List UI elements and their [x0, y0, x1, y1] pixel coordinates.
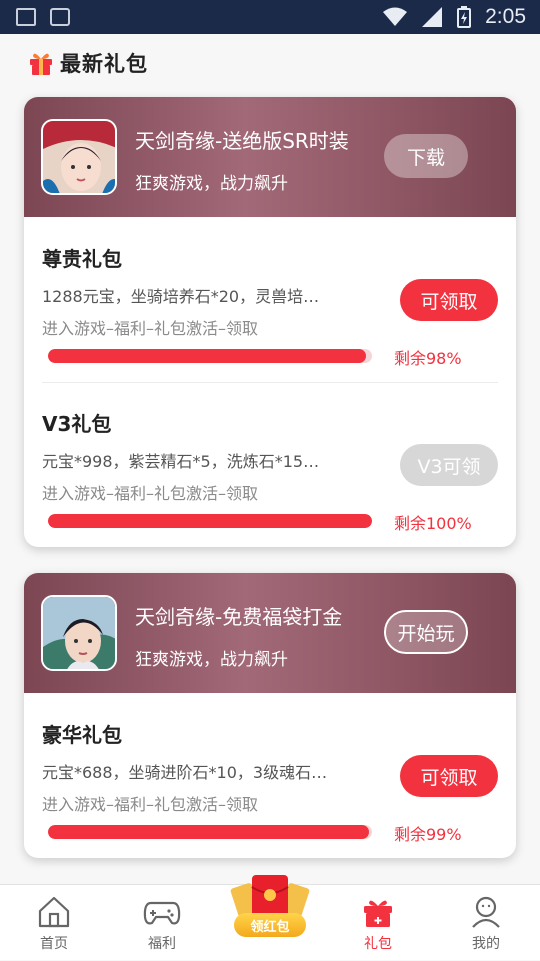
- pack-content: 元宝*688，坐骑进阶石*10，3级魂石…: [42, 763, 328, 782]
- pack-name: 豪华礼包: [42, 723, 122, 747]
- claim-button[interactable]: 可领取: [400, 755, 498, 797]
- game-avatar-icon: [41, 595, 117, 671]
- pack-instructions: 进入游戏–福利–礼包激活–领取: [42, 484, 259, 503]
- game-avatar-icon: [41, 119, 117, 195]
- tab-welfare[interactable]: 福利: [112, 885, 212, 961]
- tab-label: 首页: [40, 936, 68, 952]
- game-title: 天剑奇缘-免费福袋打金: [135, 605, 343, 629]
- page-header: 最新礼包: [28, 48, 148, 78]
- game-subtitle: 狂爽游戏，战力飙升: [135, 174, 288, 194]
- remaining-text: 剩余100%: [394, 514, 472, 533]
- v3-claim-button[interactable]: V3可领: [400, 444, 498, 486]
- image-icon: [16, 8, 36, 26]
- tab-label: 我的: [472, 936, 500, 952]
- home-icon: [38, 896, 70, 928]
- claim-button[interactable]: 可领取: [400, 279, 498, 321]
- card-header[interactable]: 天剑奇缘-免费福袋打金 狂爽游戏，战力飙升 开始玩: [24, 573, 516, 693]
- red-envelope-button[interactable]: 领红包: [226, 873, 314, 951]
- remaining-progress-bar: [48, 514, 372, 528]
- red-envelope-label: 领红包: [234, 913, 306, 937]
- tab-home[interactable]: 首页: [4, 885, 104, 961]
- pack-content: 元宝*998，紫芸精石*5，洗炼石*15…: [42, 452, 320, 471]
- notification-icon: [50, 8, 70, 26]
- progress-fill: [48, 825, 369, 839]
- user-icon: [472, 896, 500, 928]
- status-bar: 2:05: [0, 0, 540, 34]
- remaining-progress-bar: [48, 349, 372, 363]
- gift-icon: [30, 53, 52, 75]
- remaining-text: 剩余99%: [394, 825, 462, 844]
- status-time: 2:05: [485, 5, 526, 28]
- gamepad-icon: [143, 901, 181, 925]
- tab-label: 福利: [148, 936, 176, 952]
- pack-content: 1288元宝，坐骑培养石*20，灵兽培…: [42, 287, 320, 306]
- gift-card: 天剑奇缘-送绝版SR时装 狂爽游戏，战力飙升 下载 尊贵礼包 1288元宝，坐骑…: [24, 97, 516, 547]
- battery-icon: [457, 6, 472, 28]
- card-header[interactable]: 天剑奇缘-送绝版SR时装 狂爽游戏，战力飙升 下载: [24, 97, 516, 217]
- pack-instructions: 进入游戏–福利–礼包激活–领取: [42, 795, 259, 814]
- tab-label: 礼包: [364, 936, 392, 952]
- tab-mine[interactable]: 我的: [436, 885, 536, 961]
- progress-fill: [48, 514, 372, 528]
- progress-fill: [48, 349, 366, 363]
- signal-icon: [422, 7, 443, 27]
- wifi-icon: [383, 7, 408, 26]
- tab-gift[interactable]: 礼包: [328, 885, 428, 961]
- start-play-button[interactable]: 开始玩: [384, 610, 468, 654]
- download-button[interactable]: 下载: [384, 134, 468, 178]
- gift-card: 天剑奇缘-免费福袋打金 狂爽游戏，战力飙升 开始玩 豪华礼包 元宝*688，坐骑…: [24, 573, 516, 858]
- remaining-progress-bar: [48, 825, 372, 839]
- gift-pack: V3礼包 元宝*998，紫芸精石*5，洗炼石*15… 进入游戏–福利–礼包激活–…: [24, 382, 516, 547]
- bottom-tab-bar: 首页 福利 领红包 礼包 我的: [0, 875, 540, 961]
- game-subtitle: 狂爽游戏，战力飙升: [135, 650, 288, 670]
- pack-name: V3礼包: [42, 412, 112, 436]
- remaining-text: 剩余98%: [394, 349, 462, 368]
- game-title: 天剑奇缘-送绝版SR时装: [135, 129, 349, 153]
- pack-name: 尊贵礼包: [42, 247, 122, 271]
- page-title: 最新礼包: [60, 52, 148, 76]
- gift-pack: 尊贵礼包 1288元宝，坐骑培养石*20，灵兽培… 进入游戏–福利–礼包激活–领…: [24, 217, 516, 382]
- gift-icon: [364, 900, 392, 927]
- gift-pack: 豪华礼包 元宝*688，坐骑进阶石*10，3级魂石… 进入游戏–福利–礼包激活–…: [24, 693, 516, 858]
- pack-instructions: 进入游戏–福利–礼包激活–领取: [42, 319, 259, 338]
